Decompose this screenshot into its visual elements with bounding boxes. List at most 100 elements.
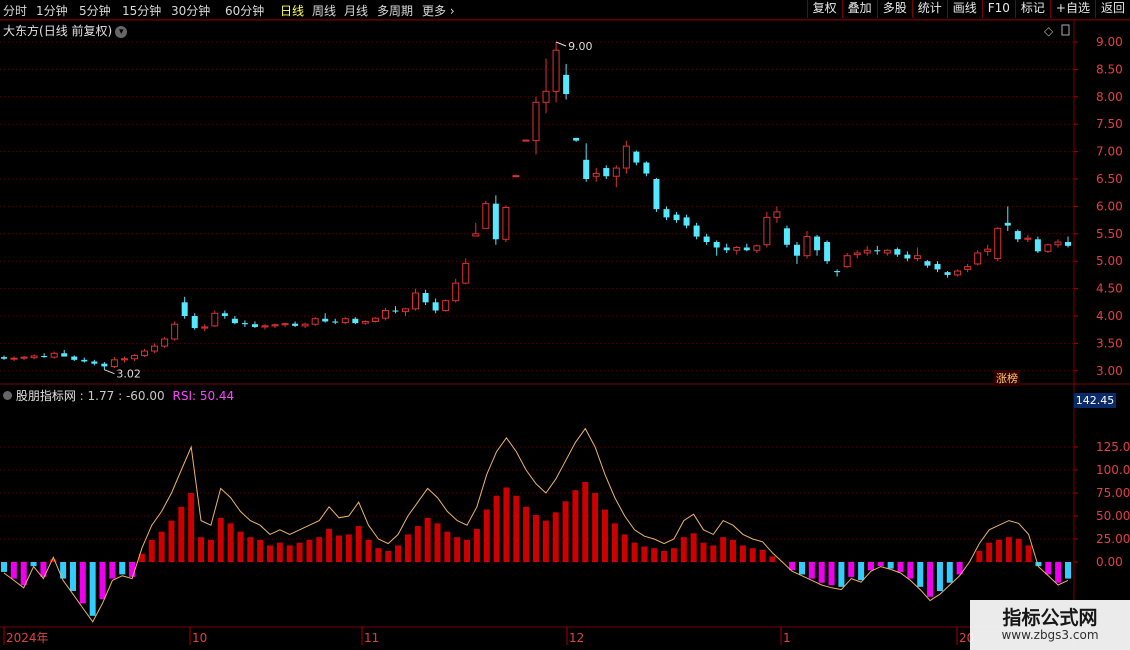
candle-body-up: [130, 354, 138, 360]
histogram-bar: [335, 535, 342, 562]
histogram-bar: [286, 545, 293, 562]
watermark-main: 指标公式网: [1002, 607, 1098, 629]
candle-body-down: [101, 363, 108, 367]
candle-body-up: [402, 308, 410, 313]
candle-body-up: [612, 167, 620, 177]
histogram-bar: [858, 562, 865, 581]
histogram-bar: [79, 562, 86, 604]
histogram-bar: [464, 539, 471, 562]
histogram-bar: [621, 534, 628, 562]
candle-body-down: [653, 179, 660, 210]
histogram-bar: [651, 548, 658, 562]
histogram-bar: [129, 562, 136, 577]
price-axis-label: 7.00: [1096, 145, 1123, 159]
candle-body-up: [211, 312, 219, 327]
histogram-bar: [1025, 545, 1032, 562]
price-axis-label: 5.50: [1096, 227, 1123, 241]
candle-body-down: [633, 151, 640, 163]
price-axis-label: 6.50: [1096, 172, 1123, 186]
candle-body-down: [292, 323, 299, 326]
candle-body-down: [1014, 231, 1021, 240]
histogram-bar: [217, 517, 224, 562]
histogram-bar: [533, 515, 539, 562]
histogram-bar: [907, 562, 914, 579]
histogram-bar: [345, 534, 352, 562]
candle-body-up: [141, 350, 149, 356]
histogram-bar: [316, 537, 323, 562]
price-axis-label: 8.00: [1096, 90, 1123, 104]
price-axis-label: 3.00: [1096, 364, 1123, 378]
histogram-bar: [178, 506, 185, 562]
histogram-bar: [1, 562, 7, 572]
candle-body-up: [20, 356, 28, 359]
candle-body-up: [311, 318, 319, 325]
candle-body-up: [763, 216, 771, 246]
histogram-bar: [267, 545, 273, 562]
candle-body-down: [703, 236, 710, 243]
expand-icon: [1061, 24, 1070, 36]
candle-body-down: [191, 316, 198, 329]
histogram-bar: [375, 548, 382, 562]
histogram-bar: [237, 531, 244, 562]
histogram-bar: [946, 562, 953, 583]
candle-body-down: [332, 321, 339, 323]
candle-body-up: [171, 323, 179, 340]
indicator-value1: 1.77: [87, 389, 115, 403]
histogram-bar: [1015, 538, 1022, 562]
histogram-bar: [207, 539, 214, 562]
price-axis-label: 4.50: [1096, 282, 1123, 296]
histogram-bar: [601, 509, 608, 562]
price-axis-label: 8.50: [1096, 62, 1123, 76]
histogram-bar: [808, 562, 815, 579]
histogram-bar: [365, 539, 372, 562]
histogram-bar: [838, 562, 845, 587]
candle-body-up: [10, 357, 18, 360]
candle-body-up: [161, 338, 169, 347]
candle-body-down: [824, 242, 831, 262]
candle-body-down: [1065, 242, 1071, 246]
histogram-bar: [700, 542, 707, 562]
histogram-bar: [148, 539, 155, 562]
candle-body-down: [251, 324, 258, 327]
histogram-bar: [276, 542, 283, 562]
candle-body-up: [1024, 237, 1032, 240]
histogram-bar: [542, 520, 549, 562]
histogram-bar: [759, 549, 766, 562]
histogram-bar: [326, 528, 333, 562]
histogram-bar: [119, 562, 126, 575]
candle-body-up: [371, 317, 379, 322]
histogram-bar: [867, 562, 874, 571]
indicator-title: 股朋指标网 : 1.77 : -60.00 RSI: 50.44: [3, 387, 234, 404]
histogram-bar: [385, 550, 392, 562]
candle-body-up: [803, 236, 811, 257]
histogram-bar: [257, 539, 264, 562]
histogram-bar: [986, 542, 993, 562]
histogram-bar: [690, 533, 697, 562]
chevron-down-icon[interactable]: ▾: [115, 26, 128, 38]
chart-canvas[interactable]: 9.00 8.50 8.00 7.50 7.00 6.50 6.00 5.50 5.00 4.50…: [0, 0, 1130, 650]
chart-mode: (日线 前复权): [39, 24, 113, 38]
indicator-axis-label: 50.00: [1096, 509, 1130, 523]
candle-body-down: [91, 361, 98, 364]
histogram-bar: [1005, 537, 1012, 562]
candle-body-down: [683, 217, 690, 226]
candle-body-up: [361, 320, 369, 324]
candle-body-down: [874, 250, 881, 252]
indicator-menu-icon[interactable]: [3, 391, 12, 400]
candle-body-up: [1054, 241, 1062, 246]
histogram-bar: [749, 548, 756, 562]
candle-body-down: [492, 203, 499, 240]
histogram-bar: [99, 562, 106, 600]
candle-body-down: [352, 318, 359, 324]
zhangbang-badge[interactable]: 涨榜: [994, 370, 1020, 386]
date-label: 1: [783, 631, 791, 645]
candle-body-up: [954, 270, 962, 276]
candle-body-down: [583, 159, 590, 179]
low-price-label: 3.02: [116, 368, 140, 381]
date-label: 11: [364, 631, 379, 645]
candle-body-up: [442, 300, 450, 312]
candle-body-down: [814, 236, 821, 251]
candle-body-up: [592, 173, 600, 177]
price-axis-label: 3.50: [1096, 336, 1123, 350]
histogram-bar: [976, 550, 983, 562]
